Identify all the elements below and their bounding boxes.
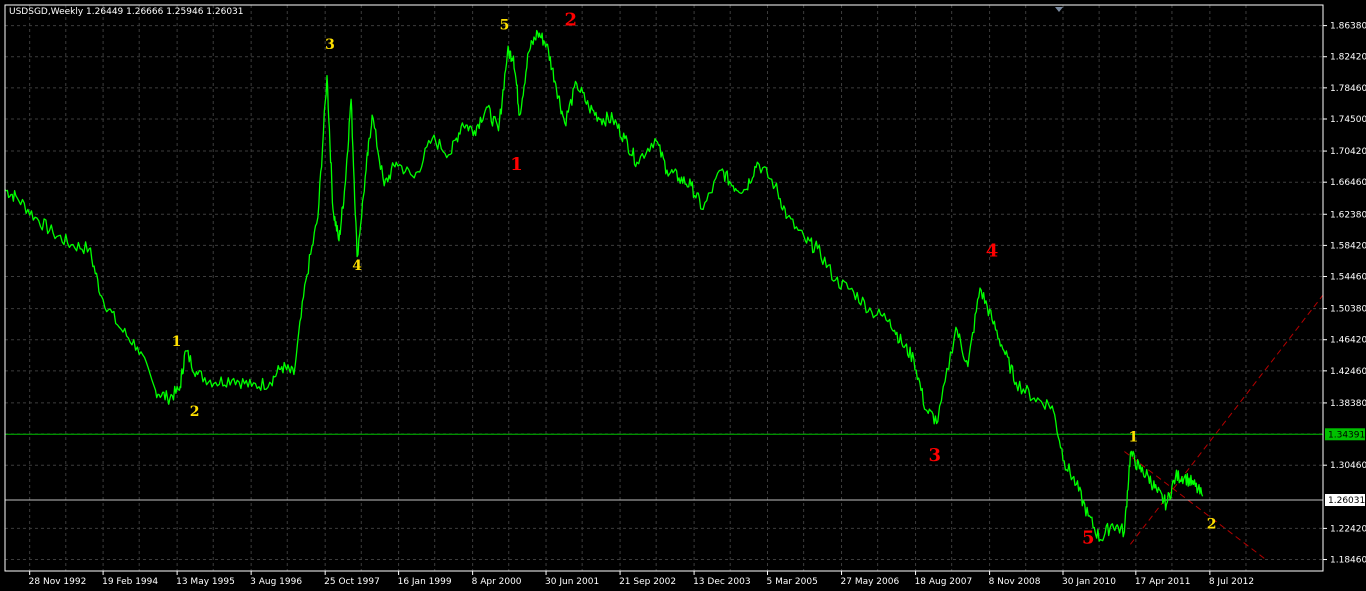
time-tick-label: 3 Aug 1996 (250, 577, 302, 587)
price-tick-label: 1.74500 (1330, 115, 1366, 125)
chart-background (0, 0, 1366, 591)
time-tick-label: 30 Jan 2010 (1062, 577, 1116, 587)
price-tick-label: 1.22420 (1330, 524, 1366, 534)
time-tick-label: 21 Sep 2002 (619, 577, 676, 587)
time-tick-label: 8 Jul 2012 (1209, 577, 1254, 587)
time-tick-label: 17 Apr 2011 (1135, 577, 1191, 587)
time-tick-label: 25 Oct 1997 (324, 577, 380, 587)
wave-label-red: 1 (510, 154, 523, 175)
price-tick-label: 1.42460 (1330, 367, 1366, 377)
price-tick-label: 1.46420 (1330, 336, 1366, 346)
price-tick-label: 1.58420 (1330, 241, 1366, 251)
price-tick-label: 1.70420 (1330, 147, 1366, 157)
time-tick-label: 30 Jun 2001 (545, 577, 599, 587)
time-tick-label: 19 Feb 1994 (102, 577, 158, 587)
wave-label-yellow: 3 (325, 37, 335, 53)
price-tick-label: 1.78460 (1330, 84, 1366, 94)
time-tick-label: 28 Nov 1992 (29, 577, 87, 587)
price-tick-label: 1.86380 (1330, 22, 1366, 32)
wave-label-yellow: 1 (1129, 429, 1139, 445)
wave-label-yellow: 2 (190, 404, 200, 420)
price-tick-label: 1.50380 (1330, 305, 1366, 315)
wave-label-yellow: 2 (1207, 517, 1217, 533)
time-tick-label: 8 Nov 2008 (989, 577, 1041, 587)
price-marker-label: 1.26031 (1328, 496, 1365, 506)
price-chart[interactable]: 1 2 3 4 5 1 2 3 4 5 1 2 1.86380 1.82420 1.78460 1.7450… (0, 0, 1366, 591)
price-tick-label: 1.66460 (1330, 178, 1366, 188)
price-tick-label: 1.38380 (1330, 399, 1366, 409)
time-tick-label: 16 Jan 1999 (398, 577, 452, 587)
time-tick-label: 13 May 1995 (176, 577, 235, 587)
time-tick-label: 8 Apr 2000 (472, 577, 522, 587)
wave-label-red: 5 (1082, 527, 1095, 548)
time-tick-label: 27 May 2006 (841, 577, 900, 587)
time-tick-label: 5 Mar 2005 (767, 577, 818, 587)
wave-label-yellow: 1 (172, 334, 182, 350)
wave-label-yellow: 4 (352, 258, 362, 274)
wave-label-red: 4 (986, 241, 999, 262)
wave-label-yellow: 5 (500, 17, 510, 33)
price-marker-label: 1.34391 (1328, 430, 1365, 440)
price-tick-label: 1.54460 (1330, 273, 1366, 283)
time-tick-label: 18 Aug 2007 (915, 577, 973, 587)
chart-header: USDSGD,Weekly 1.26449 1.26666 1.25946 1.… (9, 7, 244, 17)
price-tick-label: 1.18460 (1330, 556, 1366, 566)
price-tick-label: 1.30460 (1330, 461, 1366, 471)
price-tick-label: 1.82420 (1330, 53, 1366, 63)
time-tick-label: 13 Dec 2003 (693, 577, 751, 587)
price-marker: 1.26031 (1325, 494, 1365, 507)
price-marker: 1.34391 (1325, 428, 1365, 441)
price-tick-label: 1.62380 (1330, 210, 1366, 220)
wave-label-red: 3 (929, 445, 942, 466)
wave-label-red: 2 (564, 9, 577, 30)
